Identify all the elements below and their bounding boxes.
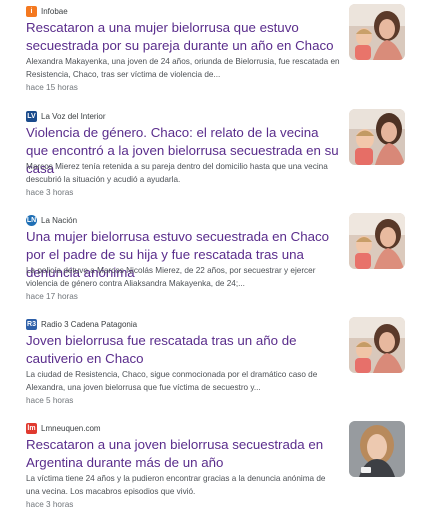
source-logo-icon: LV [26, 110, 37, 122]
article-timestamp: hace 3 horas [26, 188, 74, 197]
source-logo-icon: i [26, 5, 37, 17]
article-timestamp: hace 5 horas [26, 396, 74, 405]
source-name: La Nación [41, 215, 78, 225]
photo-woman-portrait-icon [349, 421, 405, 477]
source-name: Radio 3 Cadena Patagonia [41, 319, 138, 329]
article-thumbnail-image[interactable] [349, 421, 405, 477]
article-timestamp: hace 3 horas [26, 500, 74, 509]
article-source: i Infobae [26, 4, 68, 18]
article-source: R3 Radio 3 Cadena Patagonia [26, 317, 137, 331]
article-snippet: La policía detuvo a Marcos Nicolás Miere… [26, 266, 316, 288]
article-thumbnail-image[interactable] [349, 109, 405, 165]
article-snippet: Marcos Mierez tenía retenida a su pareja… [26, 162, 328, 184]
article-source: lm Lmneuquen.com [26, 421, 101, 435]
article-source: LN La Nación [26, 213, 77, 227]
source-logo-icon: lm [26, 422, 37, 434]
news-feed: i Infobae Rescataron a una mujer bielorr… [0, 0, 440, 524]
article-snippet: La víctima tiene 24 años y la pudieron e… [26, 474, 326, 496]
article-headline-link[interactable]: Rescataron a una joven bielorrusa secues… [26, 436, 341, 472]
article-thumbnail-image[interactable] [349, 317, 405, 373]
source-name: Lmneuquen.com [41, 423, 101, 433]
news-article[interactable]: LV La Voz del Interior Violencia de géne… [0, 109, 440, 213]
news-article[interactable]: i Infobae Rescataron a una mujer bielorr… [0, 4, 440, 108]
article-snippet: La ciudad de Resistencia, Chaco, sigue c… [26, 370, 318, 392]
article-source: LV La Voz del Interior [26, 109, 105, 123]
article-headline-link[interactable]: Rescataron a una mujer bielorrusa que es… [26, 19, 341, 55]
article-timestamp: hace 15 horas [26, 83, 78, 92]
source-logo-icon: R3 [26, 318, 37, 330]
article-timestamp: hace 17 horas [26, 292, 78, 301]
article-thumbnail-image[interactable] [349, 213, 405, 269]
photo-woman-with-child-icon [349, 4, 405, 60]
source-name: La Voz del Interior [41, 111, 106, 121]
article-headline-link[interactable]: Joven bielorrusa fue rescatada tras un a… [26, 332, 341, 368]
article-thumbnail-image[interactable] [349, 4, 405, 60]
photo-woman-with-child-icon [349, 317, 405, 373]
photo-woman-with-child-icon [349, 213, 405, 269]
source-logo-icon: LN [26, 214, 37, 226]
article-snippet: Alexandra Makayenka, una joven de 24 año… [26, 57, 340, 79]
news-article[interactable]: lm Lmneuquen.com Rescataron a una joven … [0, 421, 440, 525]
news-article[interactable]: LN La Nación Una mujer bielorrusa estuvo… [0, 213, 440, 317]
news-article[interactable]: R3 Radio 3 Cadena Patagonia Joven bielor… [0, 317, 440, 421]
source-name: Infobae [41, 6, 68, 16]
photo-woman-with-child-icon [349, 109, 405, 165]
